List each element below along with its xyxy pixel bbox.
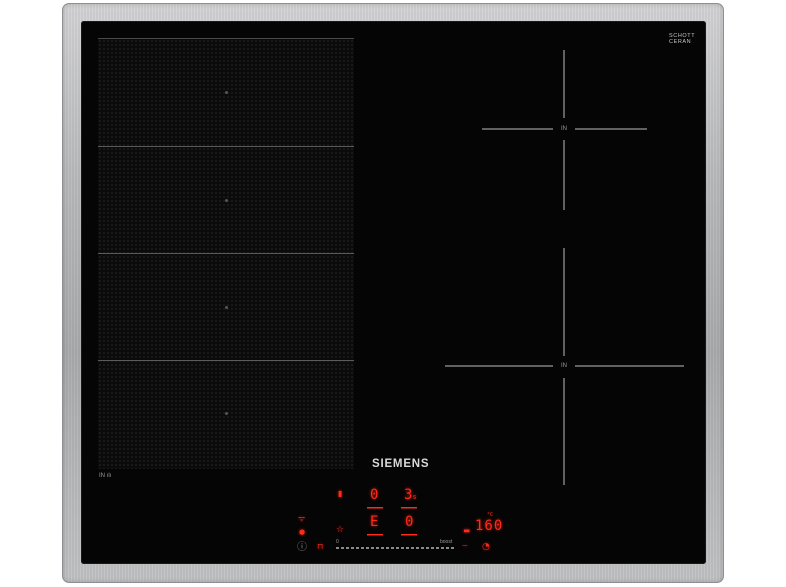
slider-end-label: boost [440,539,453,545]
display-left-mid: E [370,514,379,530]
timer-icon[interactable]: ◔ [482,543,490,552]
temperature-display: 160 [475,518,504,534]
led-segment-bars [367,507,417,536]
wifi-icon[interactable]: ᯤ [298,515,305,523]
lock-icon[interactable]: ⊓ [317,543,323,551]
status-dot-icon: ● [299,528,306,536]
pan-sensor-icon[interactable]: ⌣ [462,542,468,551]
pan-indicator-icon: ▂ [464,523,470,533]
power-level-slider[interactable] [336,547,454,549]
display-right-mid: 0 [405,514,414,530]
star-icon[interactable]: ☆ [336,526,344,535]
info-icon[interactable]: ⓘ [297,543,307,553]
slider-start-label: 0 [336,539,339,545]
temperature-unit: °C [487,512,494,518]
